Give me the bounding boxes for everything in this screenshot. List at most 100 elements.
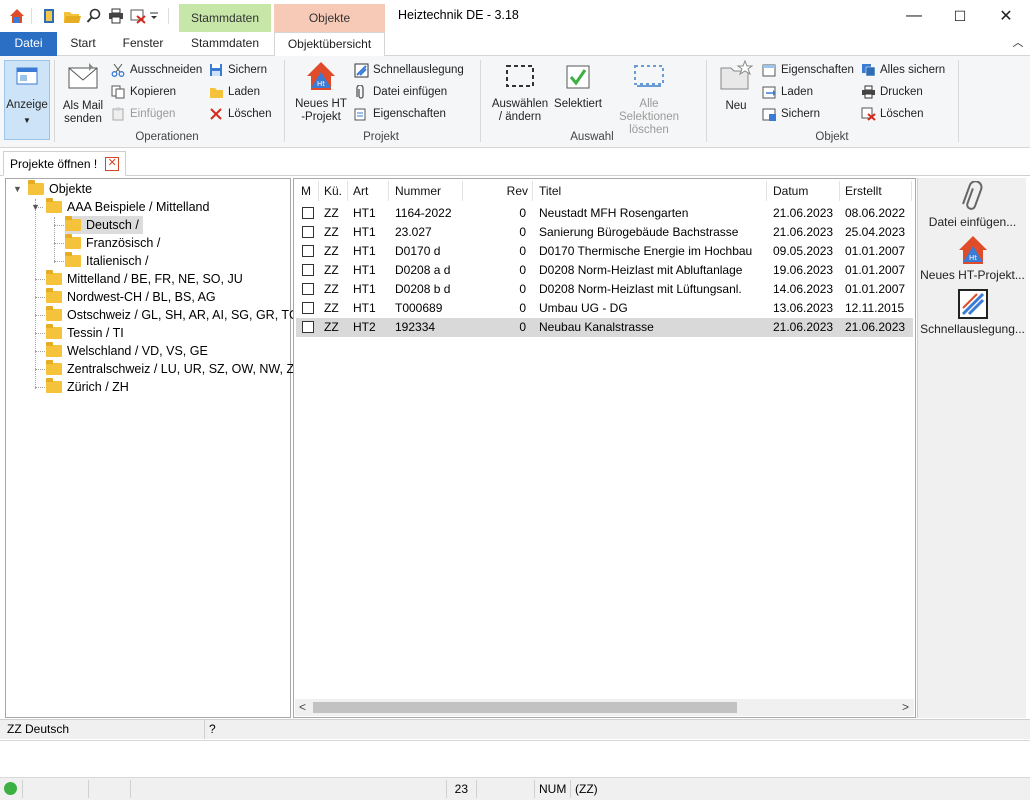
cell-erstellt: 01.01.2007 (845, 282, 906, 296)
column-header-rev[interactable]: Rev (494, 179, 528, 203)
object-print-button[interactable]: Drucken (860, 83, 923, 101)
minimize-button[interactable]: — (891, 0, 937, 32)
column-divider[interactable] (388, 181, 389, 201)
column-divider[interactable] (462, 181, 463, 201)
tab-start[interactable]: Start (58, 32, 108, 56)
print-icon[interactable] (107, 7, 125, 25)
table-row[interactable]: ZZ HT2 192334 0 Neubau Kanalstrasse 21.06.202… (296, 318, 913, 337)
column-header-datum[interactable]: Datum (773, 179, 808, 203)
row-checkbox[interactable] (302, 226, 314, 238)
table-row[interactable]: ZZ HT1 D0170 d 0 D0170 Thermische Energie im… (296, 242, 913, 261)
column-header-art[interactable]: Art (353, 179, 368, 203)
column-divider[interactable] (911, 181, 912, 201)
clear-selections-button[interactable]: Alle Selektionen löschen (604, 60, 694, 136)
quick-design-action[interactable]: Schnellauslegung... (918, 288, 1027, 336)
tree-node-label: AAA Beispiele / Mittelland (67, 200, 210, 214)
cut-button[interactable]: Ausschneiden (110, 61, 202, 79)
scroll-left-icon[interactable]: < (299, 700, 306, 714)
tree-node-deutsch[interactable]: Deutsch / (65, 216, 143, 234)
insert-file-button[interactable]: Datei einfügen (353, 83, 447, 101)
row-checkbox[interactable] (302, 321, 314, 333)
close-icon[interactable]: ✕ (105, 156, 120, 171)
tab-datei[interactable]: Datei (0, 32, 57, 56)
copy-button[interactable]: Kopieren (110, 83, 176, 101)
maximize-button[interactable]: ☐ (937, 0, 983, 32)
table-row[interactable]: ZZ HT1 23.027 0 Sanierung Bürogebäude Bachst… (296, 223, 913, 242)
object-delete-button[interactable]: Löschen (860, 105, 923, 123)
column-header-nummer[interactable]: Nummer (395, 179, 441, 203)
exit-icon[interactable] (40, 7, 58, 25)
collapse-ribbon-icon[interactable]: ︿ (1008, 32, 1028, 56)
column-divider[interactable] (766, 181, 767, 201)
scissors-icon (110, 62, 126, 78)
tab-stammdaten[interactable]: Stammdaten (179, 32, 271, 56)
tree-node-region[interactable]: Welschland / VD, VS, GE (46, 342, 208, 360)
object-properties-button[interactable]: Eigenschaften (761, 61, 854, 79)
doc-tab-projekte[interactable]: Projekte öffnen ! ✕ (3, 151, 127, 176)
delete-button[interactable]: Löschen (208, 105, 271, 123)
expand-toggle-icon[interactable]: ▼ (13, 184, 22, 194)
row-checkbox[interactable] (302, 245, 314, 257)
row-checkbox[interactable] (302, 283, 314, 295)
anzeige-button[interactable]: Anzeige ▼ (4, 60, 50, 140)
document-tab-bar: Projekte öffnen ! ✕ (0, 148, 1030, 176)
table-row[interactable]: ZZ HT1 D0208 b d 0 D0208 Norm-Heizlast mit L… (296, 280, 913, 299)
scroll-right-icon[interactable]: > (902, 700, 909, 714)
save-all-button[interactable]: Alles sichern (860, 61, 945, 79)
tree-node-aaa[interactable]: AAA Beispiele / Mittelland (46, 198, 209, 216)
search-icon[interactable] (85, 7, 103, 25)
row-checkbox[interactable] (302, 207, 314, 219)
tab-objektuebersicht[interactable]: Objektübersicht (274, 32, 385, 57)
tree-node-region[interactable]: Ostschweiz / GL, SH, AR, AI, SG, GR, TG (46, 306, 299, 324)
tree-node-franzoesisch[interactable]: Französisch / (65, 234, 160, 252)
object-save-button[interactable]: Sichern (761, 105, 820, 123)
red-x-icon (208, 106, 224, 122)
close-button[interactable]: ✕ (983, 0, 1029, 32)
column-divider[interactable] (532, 181, 533, 201)
save-button[interactable]: Sichern (208, 61, 267, 79)
column-header-erstellt[interactable]: Erstellt (845, 179, 882, 203)
expand-toggle-icon[interactable]: ▼ (31, 202, 40, 212)
tree-node-italienisch[interactable]: Italienisch / (65, 252, 149, 270)
column-divider[interactable] (839, 181, 840, 201)
column-header-ku[interactable]: Kü. (324, 179, 342, 203)
selected-button[interactable]: Selektiert (552, 60, 604, 130)
column-header-m[interactable]: M (301, 179, 311, 203)
quick-design-button[interactable]: Schnellauslegung (353, 61, 464, 79)
dropdown-icon[interactable] (148, 7, 160, 25)
tree-node-root[interactable]: Objekte (28, 180, 92, 198)
tree-node-region[interactable]: Zentralschweiz / LU, UR, SZ, OW, NW, ZG (46, 360, 304, 378)
horizontal-scrollbar[interactable]: < > (295, 699, 914, 716)
mail-send-button[interactable]: Als Mail senden (60, 60, 106, 130)
tree-node-region[interactable]: Zürich / ZH (46, 378, 129, 396)
new-ht-project-action[interactable]: Ht Neues HT-Projekt... (918, 234, 1027, 282)
table-row[interactable]: ZZ HT1 1164-2022 0 Neustadt MFH Rosengarten 2… (296, 204, 913, 223)
save-all-label: Alles sichern (880, 64, 946, 76)
new-object-button[interactable]: Neu (714, 59, 758, 130)
project-properties-button[interactable]: Eigenschaften (353, 105, 446, 123)
select-change-button[interactable]: Auswählen / ändern (488, 60, 552, 130)
table-row[interactable]: ZZ HT1 D0208 a d 0 D0208 Norm-Heizlast mit A… (296, 261, 913, 280)
row-checkbox[interactable] (302, 302, 314, 314)
row-checkbox[interactable] (302, 264, 314, 276)
cell-ku: ZZ (324, 282, 339, 296)
load-button[interactable]: Laden (208, 83, 260, 101)
table-row[interactable]: ZZ HT1 T000689 0 Umbau UG - DG 13.06.2023 12.1… (296, 299, 913, 318)
object-load-button[interactable]: Laden (761, 83, 813, 101)
tree-node-region[interactable]: Nordwest-CH / BL, BS, AG (46, 288, 216, 306)
scroll-thumb[interactable] (313, 702, 737, 713)
column-header-titel[interactable]: Titel (539, 179, 561, 203)
quick-design-label: Schnellauslegung (373, 64, 464, 76)
tree-node-region[interactable]: Mittelland / BE, FR, NE, SO, JU (46, 270, 243, 288)
delete-icon[interactable] (129, 7, 147, 25)
app-icon[interactable] (8, 7, 26, 25)
tree-node-region[interactable]: Tessin / TI (46, 324, 124, 342)
tab-fenster[interactable]: Fenster (112, 32, 174, 56)
column-divider[interactable] (347, 181, 348, 201)
insert-file-action[interactable]: Datei einfügen... (918, 180, 1027, 229)
paste-button[interactable]: Einfügen (110, 105, 175, 123)
open-folder-icon[interactable] (63, 7, 81, 25)
new-ht-project-button[interactable]: Ht Neues HT -Projekt (292, 60, 350, 130)
tree-node-label: Objekte (49, 182, 93, 196)
column-divider[interactable] (318, 181, 319, 201)
